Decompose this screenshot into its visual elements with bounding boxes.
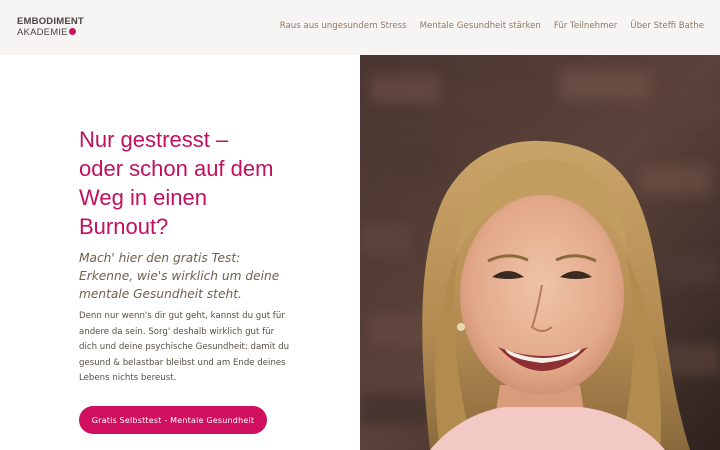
brand-logo[interactable]: EMBODIMENT AKADEMIE: [17, 17, 84, 37]
hero-body-text: Denn nur wenn's dir gut geht, kannst du …: [79, 309, 294, 387]
hero-headline-line: Burnout?: [79, 214, 169, 239]
flower-mark-icon: [68, 27, 76, 35]
hero-body-line: Denn nur wenn's dir gut geht, kannst du …: [79, 311, 285, 321]
hero-subheadline-line: mentale Gesundheit steht.: [79, 287, 242, 301]
nav-item-stress[interactable]: Raus aus ungesundem Stress: [280, 21, 407, 31]
hero-body-line: Lebens nichts bereust.: [79, 373, 177, 384]
hero-headline-line: Weg in einen: [79, 185, 208, 210]
portrait-illustration: [360, 55, 720, 450]
hero-body-line: dich und deine psychische Gesundheit: da…: [79, 342, 290, 353]
hero-subheadline-line: Erkenne, wie's wirklich um deine: [79, 269, 280, 283]
free-self-test-button[interactable]: Gratis Selbsttest - Mentale Gesundheit: [79, 406, 267, 434]
hero-headline-line: Nur gestresst –: [79, 127, 229, 152]
hero-body-line: andere da sein. Sorg' deshalb wirklich g…: [79, 326, 275, 337]
hero-body-line: gesund & belastbar bleibst und am Ende d…: [79, 357, 286, 368]
nav-item-about[interactable]: Über Steffi Bathe: [630, 21, 704, 31]
hero-headline: Nur gestresst – oder schon auf dem Weg i…: [79, 125, 349, 241]
hero-subheadline: Mach' hier den gratis Test: Erkenne, wie…: [79, 249, 354, 303]
hero-subheadline-line: Mach' hier den gratis Test:: [79, 251, 241, 265]
brand-logo-line2: AKADEMIE: [17, 26, 84, 38]
brand-logo-line2-text: AKADEMIE: [17, 26, 68, 38]
portrait-photo: [360, 55, 720, 450]
hero-headline-line: oder schon auf dem: [79, 156, 274, 181]
site-header: EMBODIMENT AKADEMIE Raus aus ungesundem …: [0, 0, 720, 55]
nav-item-participants[interactable]: Für Teilnehmer: [554, 21, 617, 31]
brand-logo-line1: EMBODIMENT: [17, 16, 84, 27]
main-nav: Raus aus ungesundem Stress Mentale Gesun…: [280, 21, 704, 31]
nav-item-mental-health[interactable]: Mentale Gesundheit stärken: [420, 21, 541, 31]
